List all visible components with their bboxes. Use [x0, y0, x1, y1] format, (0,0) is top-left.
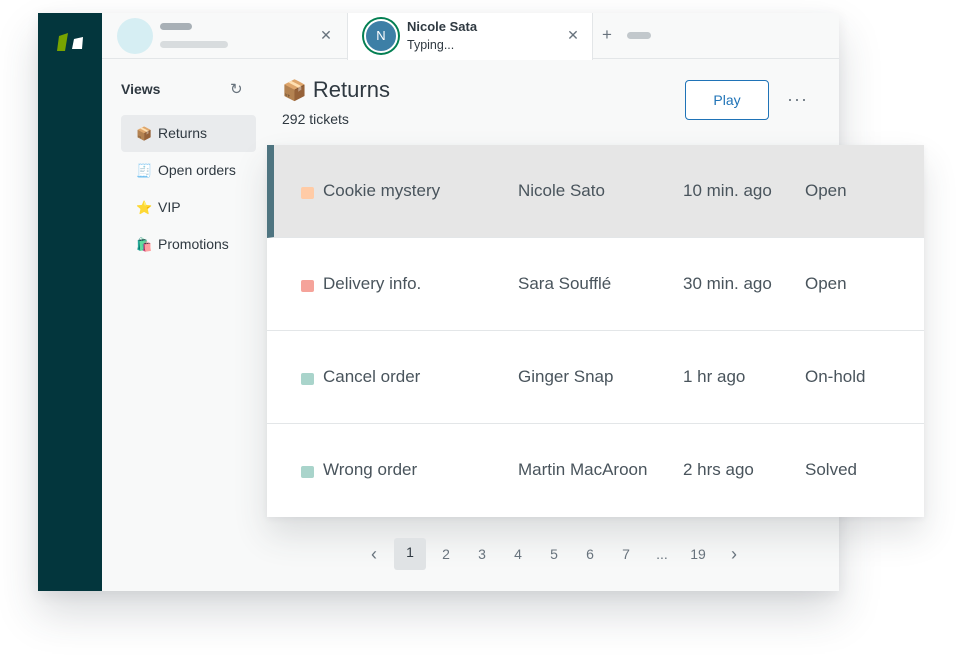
tab-nicole-sata[interactable]: N Nicole Sata Typing... ✕	[347, 13, 593, 60]
avatar-placeholder	[117, 18, 153, 54]
chevron-right-icon[interactable]: ›	[718, 538, 750, 570]
sidebar-item-label: VIP	[158, 199, 181, 215]
ticket-subject: Delivery info.	[323, 274, 422, 293]
view-title-text: Returns	[312, 77, 390, 102]
ticket-status: On-hold	[805, 367, 866, 386]
ticket-status: Open	[805, 274, 847, 293]
typing-status: Typing...	[407, 38, 455, 52]
priority-indicator	[301, 187, 314, 199]
page-button[interactable]: 4	[502, 538, 534, 570]
sidebar-item-open-orders[interactable]: 🧾 Open orders	[121, 152, 256, 189]
priority-indicator	[301, 280, 314, 292]
zendesk-logo-icon[interactable]	[57, 30, 85, 54]
avatar-initial: N	[364, 19, 398, 53]
table-row[interactable]: Cancel order Ginger Snap 1 hr ago On-hol…	[267, 331, 924, 424]
sidebar-item-label: Open orders	[158, 162, 236, 178]
page-button[interactable]: 2	[430, 538, 462, 570]
priority-indicator	[301, 373, 314, 385]
ticket-updated: 1 hr ago	[683, 367, 746, 386]
page-button[interactable]: 6	[574, 538, 606, 570]
package-icon: 📦	[282, 80, 307, 102]
ticket-requester: Sara Soufflé	[518, 274, 612, 293]
shopping-bags-icon: 🛍️	[136, 237, 153, 252]
table-row[interactable]: Wrong order Martin MacAroon 2 hrs ago So…	[267, 424, 924, 517]
skeleton-line	[627, 32, 651, 39]
ticket-subject: Cookie mystery	[323, 181, 441, 200]
star-icon: ⭐	[136, 200, 153, 215]
page-button[interactable]: 7	[610, 538, 642, 570]
close-icon[interactable]: ✕	[565, 27, 581, 43]
ticket-updated: 30 min. ago	[683, 274, 772, 293]
play-button[interactable]: Play	[685, 80, 769, 120]
sidebar-item-label: Promotions	[158, 236, 229, 252]
ticket-subject: Cancel order	[323, 367, 421, 386]
ticket-updated: 2 hrs ago	[683, 460, 754, 479]
add-tab-icon[interactable]: +	[602, 25, 612, 45]
ticket-status: Solved	[805, 460, 857, 479]
avatar: N	[362, 17, 400, 55]
table-row[interactable]: Delivery info. Sara Soufflé 30 min. ago …	[267, 238, 924, 331]
sidebar-item-returns[interactable]: 📦 Returns	[121, 115, 256, 152]
tab-placeholder[interactable]: ✕	[102, 13, 347, 59]
more-options-icon[interactable]: ···	[787, 89, 808, 110]
chevron-left-icon[interactable]: ‹	[358, 538, 390, 570]
close-icon[interactable]: ✕	[318, 27, 334, 43]
table-row[interactable]: Cookie mystery Nicole Sato 10 min. ago O…	[267, 145, 924, 238]
skeleton-line	[160, 23, 192, 30]
skeleton-line	[160, 41, 228, 48]
ticket-requester: Nicole Sato	[518, 181, 605, 200]
receipt-icon: 🧾	[136, 163, 153, 178]
views-heading: Views	[121, 81, 161, 97]
page-button[interactable]: 19	[682, 538, 714, 570]
ticket-table: Cookie mystery Nicole Sato 10 min. ago O…	[267, 145, 924, 517]
refresh-icon[interactable]: ↻	[230, 80, 243, 98]
package-icon: 📦	[136, 126, 153, 141]
ticket-requester: Martin MacAroon	[518, 460, 648, 479]
ticket-status: Open	[805, 181, 847, 200]
sidebar-item-label: Returns	[158, 125, 208, 141]
product-rail	[38, 13, 102, 591]
ticket-count: 292 tickets	[282, 111, 349, 127]
ticket-updated: 10 min. ago	[683, 181, 772, 200]
tab-bar: ✕ N Nicole Sata Typing... ✕ +	[102, 13, 839, 60]
sidebar-item-promotions[interactable]: 🛍️ Promotions	[121, 226, 256, 263]
page-title: 📦 Returns	[282, 77, 390, 103]
ticket-subject: Wrong order	[323, 460, 418, 479]
page-button[interactable]: 3	[466, 538, 498, 570]
priority-indicator	[301, 466, 314, 478]
page-button[interactable]: 1	[394, 538, 426, 570]
page-button[interactable]: 5	[538, 538, 570, 570]
page-ellipsis: ...	[656, 546, 668, 562]
ticket-requester: Ginger Snap	[518, 367, 614, 386]
sidebar-item-vip[interactable]: ⭐ VIP	[121, 189, 256, 226]
tab-user-name: Nicole Sata	[407, 19, 478, 34]
